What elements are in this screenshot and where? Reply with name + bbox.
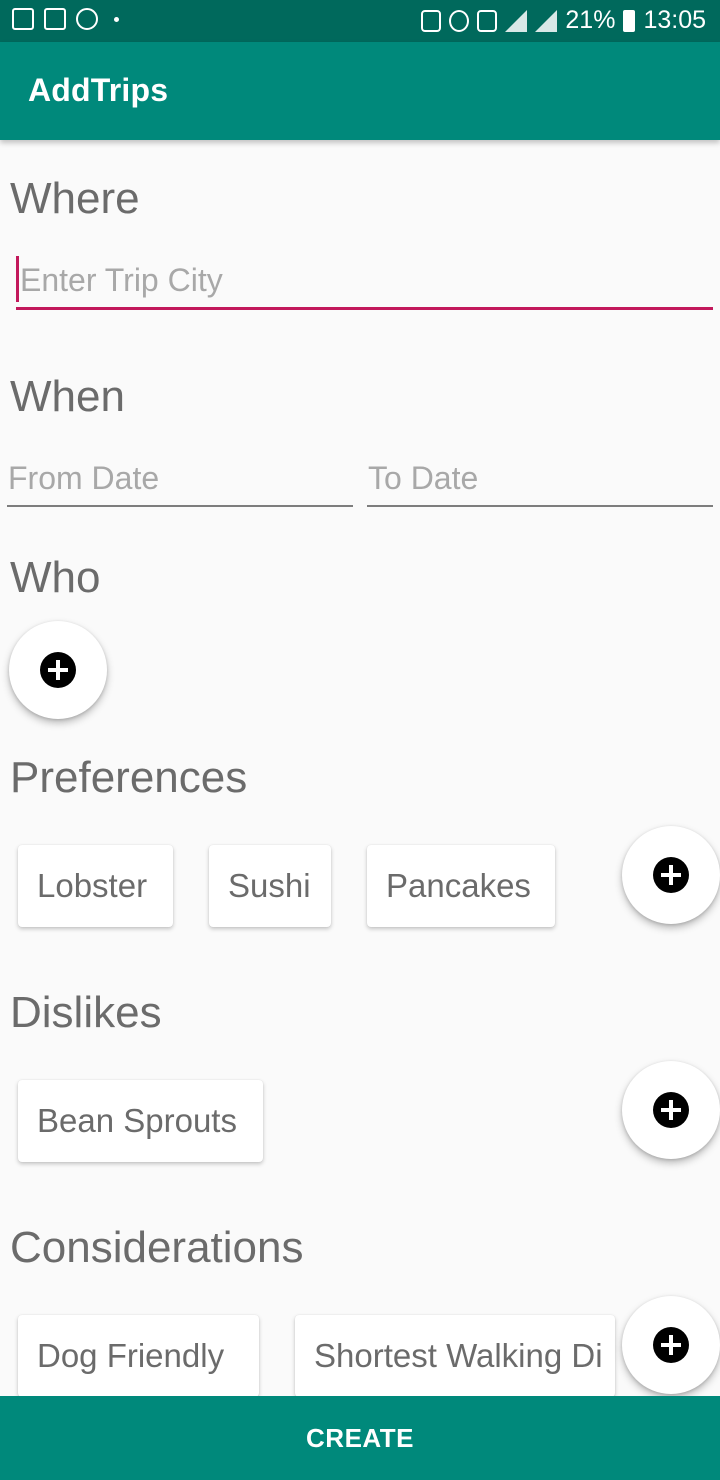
- sync-icon: [76, 8, 98, 30]
- add-consideration-button[interactable]: [622, 1296, 720, 1394]
- notification-dot-icon: [114, 16, 119, 22]
- from-date-placeholder: From Date: [8, 460, 160, 496]
- signal-icon: [505, 9, 528, 32]
- add-circle-icon: [40, 652, 76, 688]
- consideration-chip-shortest-walking[interactable]: Shortest Walking Di: [295, 1315, 615, 1397]
- when-title: When: [10, 372, 125, 421]
- clock: 13:05: [643, 6, 706, 34]
- add-circle-icon: [653, 857, 689, 893]
- dislikes-title: Dislikes: [10, 988, 162, 1037]
- to-date-input[interactable]: To Date: [367, 455, 713, 507]
- app-bar: AddTrips: [0, 42, 720, 140]
- signal-icon-2: [535, 9, 558, 32]
- battery-icon: [623, 9, 636, 32]
- trip-city-input[interactable]: Enter Trip City: [16, 252, 713, 310]
- mute-icon: [421, 9, 442, 32]
- preference-chip-sushi[interactable]: Sushi: [209, 845, 331, 927]
- preference-chip-pancakes[interactable]: Pancakes: [367, 845, 555, 927]
- considerations-title: Considerations: [10, 1223, 304, 1272]
- add-circle-icon: [653, 1327, 689, 1363]
- dislike-chip-bean-sprouts[interactable]: Bean Sprouts: [18, 1080, 263, 1162]
- status-bar: 21% 13:05: [0, 0, 720, 42]
- where-title: Where: [10, 174, 140, 223]
- image-icon: [12, 8, 34, 30]
- create-button[interactable]: CREATE: [0, 1396, 720, 1480]
- preference-chip-lobster[interactable]: Lobster: [18, 845, 173, 927]
- add-preference-button[interactable]: [622, 826, 720, 924]
- who-title: Who: [10, 553, 101, 602]
- to-date-placeholder: To Date: [368, 460, 479, 496]
- add-circle-icon: [653, 1092, 689, 1128]
- add-person-button[interactable]: [9, 621, 107, 719]
- nfc-icon: [477, 9, 498, 32]
- trip-city-placeholder: Enter Trip City: [20, 262, 223, 298]
- alarm-icon: [449, 9, 470, 32]
- text-cursor: [16, 256, 19, 302]
- preferences-title: Preferences: [10, 753, 248, 802]
- gmail-icon: [44, 8, 66, 30]
- from-date-input[interactable]: From Date: [7, 455, 353, 507]
- battery-percent: 21%: [565, 6, 616, 34]
- consideration-chip-dog-friendly[interactable]: Dog Friendly: [18, 1315, 259, 1397]
- create-button-label: CREATE: [306, 1423, 414, 1453]
- app-title: AddTrips: [28, 72, 169, 108]
- add-dislike-button[interactable]: [622, 1061, 720, 1159]
